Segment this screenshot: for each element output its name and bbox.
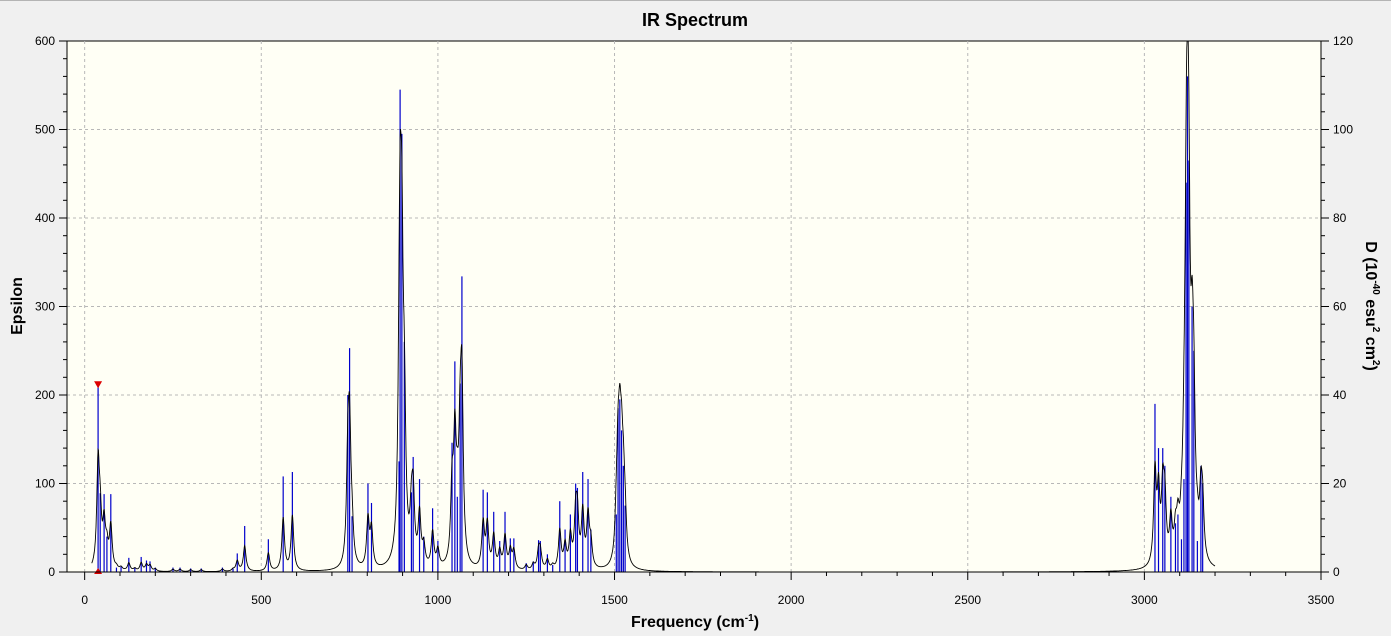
y2-tick-label: 60	[1333, 300, 1347, 314]
x-tick-label: 1000	[425, 593, 452, 607]
x-tick-label: 500	[251, 593, 271, 607]
y2-title-part-2: -40	[1370, 280, 1381, 295]
y-tick-label: 600	[35, 34, 55, 48]
y-tick-label: 400	[35, 211, 55, 225]
y2-tick-label: 20	[1333, 477, 1347, 491]
y2-tick-label: 80	[1333, 211, 1347, 225]
y2-tick-label: 40	[1333, 388, 1347, 402]
x-tick-label: 3000	[1131, 593, 1158, 607]
y2-tick-label: 0	[1333, 565, 1340, 579]
y-tick-label: 300	[35, 300, 55, 314]
ir-spectrum-window: IR Spectrum 0 500 1000 1500 2000 2500 3000 3500…	[0, 0, 1391, 635]
x-tick-label: 2000	[778, 593, 805, 607]
chart-title: IR Spectrum	[642, 10, 748, 30]
x-axis-title-end: )	[754, 614, 759, 631]
x-tick-label: 0	[81, 593, 88, 607]
y-tick-label: 500	[35, 123, 55, 137]
y-tick-label: 100	[35, 477, 55, 491]
x-tick-label: 1500	[601, 593, 628, 607]
y2-tick-label: 120	[1333, 34, 1353, 48]
x-tick-label: 2500	[954, 593, 981, 607]
ir-spectrum-chart: IR Spectrum 0 500 1000 1500 2000 2500 3000 3500…	[9, 10, 1381, 631]
y2-title-part-7: )	[1362, 365, 1379, 370]
x-tick-label: 3500	[1308, 593, 1335, 607]
y2-title-part-5: cm	[1362, 332, 1379, 360]
x-axis-title: Frequency (cm-1)	[631, 613, 759, 631]
y2-title-part-3: esu	[1362, 295, 1379, 327]
y-tick-label: 0	[48, 565, 55, 579]
y2-axis-title: D (10-40 esu2 cm2)	[1362, 241, 1381, 371]
y2-tick-label: 100	[1333, 123, 1353, 137]
y-tick-label: 200	[35, 388, 55, 402]
y-axis-title: Epsilon	[9, 277, 26, 335]
y2-title-part-1: D (10	[1362, 241, 1379, 280]
x-axis-title-main: Frequency (cm	[631, 614, 745, 631]
